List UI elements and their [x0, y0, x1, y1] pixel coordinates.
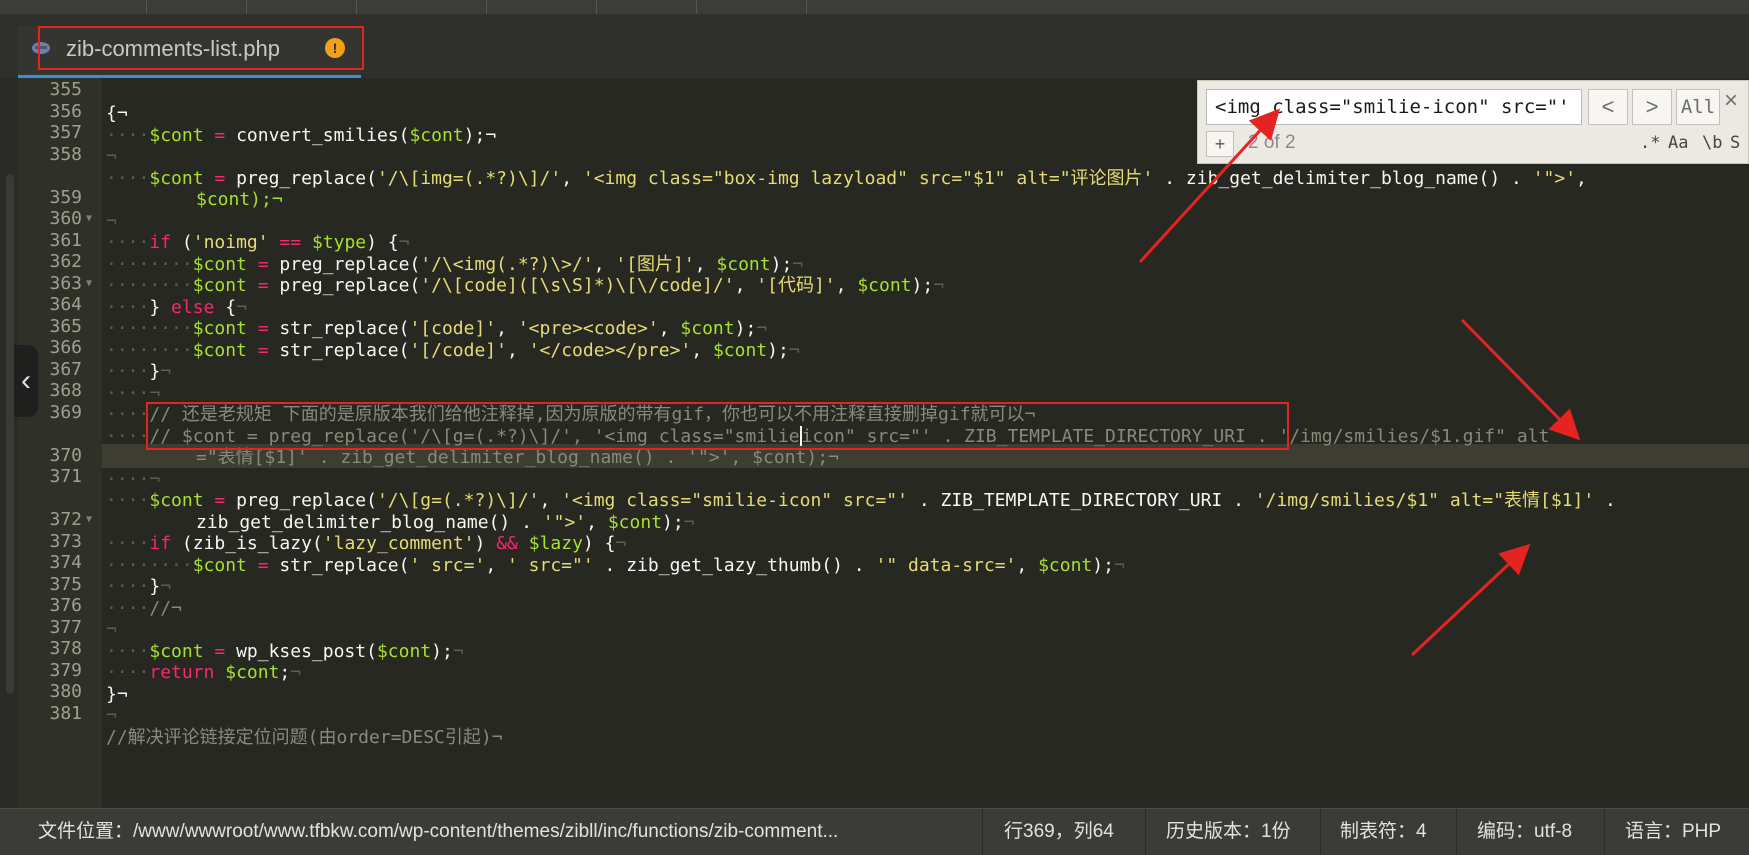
- search-input[interactable]: <img class="smilie-icon" src="': [1206, 89, 1582, 125]
- code-editor[interactable]: 355 356 357 358 359 360 ▼ 361 362 363 ▼ 364 365 366 36…: [18, 78, 1749, 808]
- code-line[interactable]: ····return $cont;¬: [18, 637, 1749, 683]
- regex-option[interactable]: .*: [1640, 133, 1660, 153]
- menu-bar: [0, 0, 1749, 14]
- tab-filename: zib-comments-list.php: [66, 36, 280, 61]
- code-line[interactable]: //解决评论链接定位问题(由order=DESC引起)¬: [18, 702, 1749, 748]
- in-selection-option[interactable]: S: [1730, 133, 1740, 153]
- close-icon[interactable]: ×: [1724, 87, 1738, 115]
- code-line[interactable]: ····}¬: [18, 336, 1749, 382]
- match-counter: 2 of 2: [1248, 132, 1296, 153]
- history-version[interactable]: 历史版本：1份: [1166, 809, 1291, 855]
- php-file-icon: [32, 42, 50, 54]
- code-line[interactable]: ····$cont = preg_replace('/\[g=(.*?)\]/'…: [18, 465, 1749, 511]
- code-line[interactable]: ····// 还是老规矩 下面的是原版本我们给他注释掉,因为原版的带有gif，你…: [18, 379, 1749, 425]
- left-side-strip: [0, 78, 18, 808]
- code-line[interactable]: ····if (zib_is_lazy('lazy_comment') && $…: [18, 508, 1749, 554]
- whole-word-option[interactable]: \b: [1702, 133, 1722, 153]
- find-next-button[interactable]: >: [1632, 89, 1672, 125]
- code-line-wrap[interactable]: ="表情[$1]' . zib_get_delimiter_blog_name(…: [18, 422, 1749, 468]
- find-panel: <img class="smilie-icon" src="' < > All …: [1197, 80, 1749, 164]
- code-line[interactable]: ¬: [18, 594, 1749, 640]
- menu-item[interactable]: [660, 0, 807, 14]
- cursor-position[interactable]: 行369，列64: [1004, 809, 1114, 855]
- case-sensitive-option[interactable]: Aa: [1668, 133, 1688, 153]
- tab-size[interactable]: 制表符：4: [1340, 809, 1427, 855]
- code-line[interactable]: ········$cont = preg_replace('/\[code]([…: [18, 250, 1749, 296]
- code-line[interactable]: ¬: [18, 680, 1749, 726]
- file-tab[interactable]: zib-comments-list.php !: [18, 26, 361, 78]
- tab-strip: zib-comments-list.php !: [0, 14, 1749, 78]
- encoding[interactable]: 编码：utf-8: [1477, 809, 1572, 855]
- toggle-replace-button[interactable]: +: [1206, 131, 1234, 157]
- warning-icon[interactable]: !: [325, 38, 345, 58]
- code-line[interactable]: ········$cont = str_replace('[code]', '<…: [18, 293, 1749, 339]
- vertical-scrollbar[interactable]: [6, 174, 14, 694]
- code-line-wrap[interactable]: $cont);¬: [18, 164, 1749, 210]
- collapse-sidebar-button[interactable]: ‹: [14, 345, 38, 417]
- status-bar: 文件位置：/www/wwwroot/www.tfbkw.com/wp-conte…: [0, 808, 1749, 855]
- find-all-button[interactable]: All: [1676, 89, 1720, 125]
- code-line[interactable]: ····}¬: [18, 551, 1749, 597]
- file-path: 文件位置：/www/wwwroot/www.tfbkw.com/wp-conte…: [38, 821, 839, 842]
- find-previous-button[interactable]: <: [1588, 89, 1628, 125]
- code-line[interactable]: ····if ('noimg' == $type) {¬: [18, 207, 1749, 253]
- language-mode[interactable]: 语言：PHP: [1625, 809, 1721, 855]
